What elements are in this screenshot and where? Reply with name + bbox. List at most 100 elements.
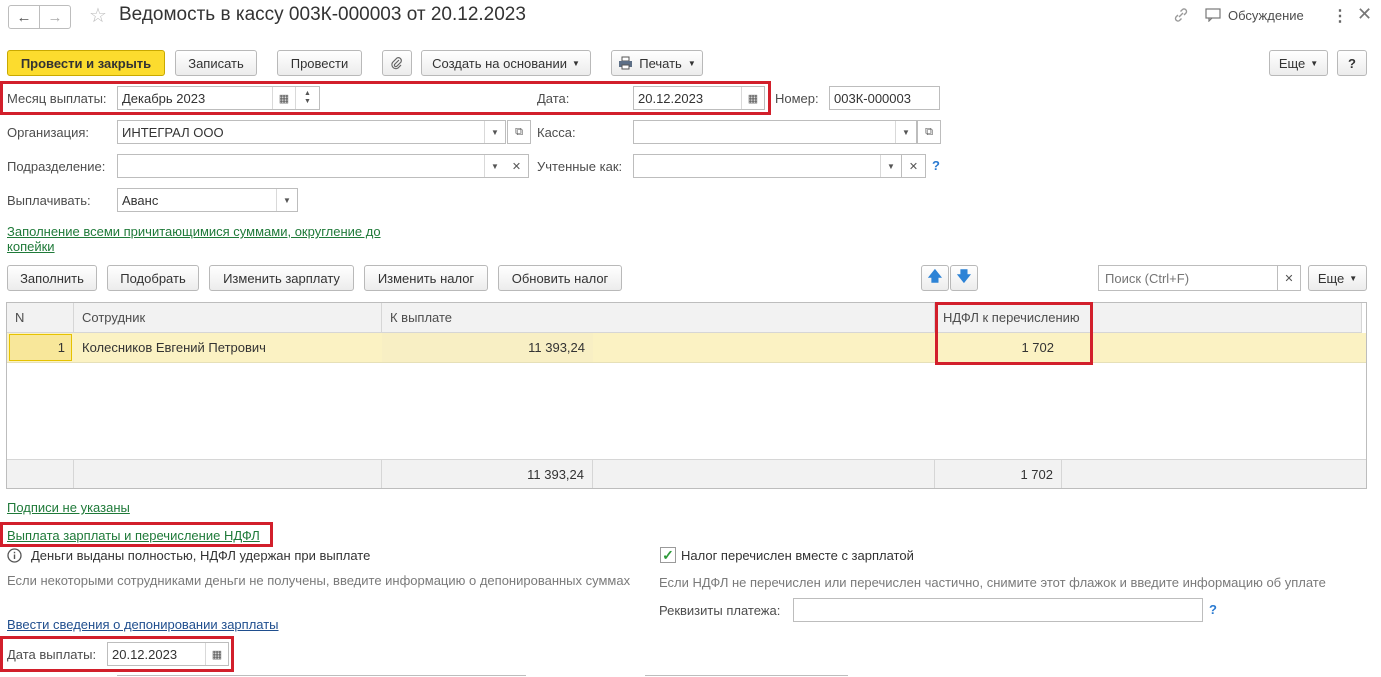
printer-icon <box>618 56 633 70</box>
accounted-as-label: Учтенные как: <box>537 159 623 174</box>
open-icon[interactable]: ⧉ <box>507 120 531 144</box>
forward-button[interactable]: → <box>39 5 71 29</box>
footer-tail <box>1062 459 1366 488</box>
discussion-icon[interactable] <box>1205 8 1221 23</box>
search-field[interactable] <box>1098 265 1278 291</box>
pay-type-label: Выплачивать: <box>7 193 91 208</box>
to-pay-cell[interactable]: 11 393,24 <box>382 333 593 362</box>
attach-button[interactable] <box>382 50 412 76</box>
create-based-on-button[interactable]: Создать на основании ▼ <box>421 50 591 76</box>
employees-table[interactable]: N Сотрудник К выплате НДФЛ к перечислени… <box>6 302 1367 489</box>
chevron-down-icon[interactable]: ▼ <box>880 155 901 177</box>
highlight-box <box>0 522 273 547</box>
money-hint-text: Если некоторыми сотрудниками деньги не п… <box>7 573 631 588</box>
close-icon[interactable]: ✕ <box>1357 4 1372 25</box>
chevron-down-icon[interactable]: ▼ <box>276 189 297 211</box>
table-more-label: Еще <box>1317 270 1345 286</box>
back-button[interactable]: ← <box>8 5 40 29</box>
divider <box>645 675 848 676</box>
column-header-n[interactable]: N <box>7 303 74 333</box>
chevron-down-icon[interactable]: ▼ <box>484 155 505 177</box>
column-header-employee[interactable]: Сотрудник <box>74 303 382 333</box>
highlight-box <box>0 81 771 115</box>
pay-type-field[interactable]: Аванс ▼ <box>117 188 298 212</box>
clear-search-icon[interactable]: ✕ <box>1277 265 1301 291</box>
save-button[interactable]: Записать <box>175 50 257 76</box>
print-label: Печать <box>639 55 682 71</box>
more-menu-icon[interactable]: ⋮ <box>1332 6 1348 26</box>
page-title: Ведомость в кассу 003К-000003 от 20.12.2… <box>119 4 526 25</box>
row-number: 1 <box>57 340 65 355</box>
row-number-cell[interactable]: 1 <box>9 334 72 361</box>
cash-label: Касса: <box>537 125 576 140</box>
organization-field[interactable]: ИНТЕГРАЛ ООО ▼ <box>117 120 506 144</box>
pick-button[interactable]: Подобрать <box>107 265 199 291</box>
footer-n <box>7 459 74 488</box>
print-button[interactable]: Печать ▼ <box>611 50 703 76</box>
create-based-on-label: Создать на основании <box>432 55 567 71</box>
arrow-down-icon: 🡇 <box>956 268 972 284</box>
tax-paid-checkbox[interactable]: ✓ <box>660 547 676 563</box>
search-input[interactable] <box>1103 269 1277 287</box>
table-row[interactable]: 1 Колесников Евгений Петрович 11 393,24 … <box>7 333 1366 363</box>
post-button[interactable]: Провести <box>277 50 362 76</box>
footer-empty <box>593 459 935 488</box>
move-up-button[interactable]: 🡅 <box>921 265 949 291</box>
column-header-to-pay[interactable]: К выплате <box>382 303 935 333</box>
money-status-text: Деньги выданы полностью, НДФЛ удержан пр… <box>31 548 371 563</box>
help-button[interactable]: ? <box>1337 50 1367 76</box>
change-salary-button[interactable]: Изменить зарплату <box>209 265 354 291</box>
total-to-pay: 11 393,24 <box>382 459 593 488</box>
highlight-box <box>0 636 234 672</box>
move-down-button[interactable]: 🡇 <box>950 265 978 291</box>
number-value: 003К-000003 <box>834 90 911 106</box>
footer-employee <box>74 459 382 488</box>
link-icon[interactable] <box>1172 6 1190 24</box>
division-label: Подразделение: <box>7 159 106 174</box>
to-pay-value: 11 393,24 <box>528 340 585 355</box>
more-label: Еще <box>1278 55 1306 71</box>
highlight-box <box>935 302 1093 365</box>
clear-icon[interactable]: ✕ <box>505 154 529 178</box>
fill-settings-link[interactable]: Заполнение всеми причитающимися суммами,… <box>7 224 381 239</box>
number-label: Номер: <box>775 91 819 106</box>
clear-icon[interactable]: ✕ <box>902 154 926 178</box>
tax-paid-label[interactable]: Налог перечислен вместе с зарплатой <box>681 548 914 563</box>
chevron-down-icon[interactable]: ▼ <box>484 121 505 143</box>
deposit-link[interactable]: Ввести сведения о депонировании зарплаты <box>7 617 279 632</box>
fill-button[interactable]: Заполнить <box>7 265 97 291</box>
fill-settings-link-continued[interactable]: копейки <box>7 239 55 254</box>
payment-details-label: Реквизиты платежа: <box>659 603 781 618</box>
chevron-down-icon: ▼ <box>687 58 696 68</box>
total-ndfl: 1 702 <box>935 459 1062 488</box>
payment-details-field[interactable] <box>793 598 1203 622</box>
accounted-as-field[interactable]: ▼ <box>633 154 902 178</box>
discussion-link[interactable]: Обсуждение <box>1228 8 1304 23</box>
arrow-up-icon: 🡅 <box>927 268 943 284</box>
more-button[interactable]: Еще ▼ <box>1269 50 1328 76</box>
chevron-down-icon: ▼ <box>1310 58 1319 68</box>
update-tax-button[interactable]: Обновить налог <box>498 265 622 291</box>
chevron-down-icon: ▼ <box>571 58 580 68</box>
star-icon[interactable]: ☆ <box>89 3 107 28</box>
pay-type-value: Аванс <box>122 192 159 208</box>
employee-name: Колесников Евгений Петрович <box>82 340 266 355</box>
post-and-close-button[interactable]: Провести и закрыть <box>7 50 165 76</box>
employee-cell[interactable]: Колесников Евгений Петрович <box>74 333 382 362</box>
info-icon <box>7 548 22 563</box>
signatures-link[interactable]: Подписи не указаны <box>7 500 130 515</box>
open-icon[interactable]: ⧉ <box>917 120 941 144</box>
division-field[interactable]: ▼ <box>117 154 506 178</box>
help-icon[interactable]: ? <box>932 158 940 173</box>
cash-field[interactable]: ▼ <box>633 120 917 144</box>
help-icon[interactable]: ? <box>1209 602 1217 617</box>
chevron-down-icon[interactable]: ▼ <box>895 121 916 143</box>
paperclip-icon <box>390 56 404 70</box>
chevron-down-icon: ▼ <box>1349 273 1358 283</box>
change-tax-button[interactable]: Изменить налог <box>364 265 488 291</box>
tax-hint-text: Если НДФЛ не перечислен или перечислен ч… <box>659 575 1326 590</box>
organization-value: ИНТЕГРАЛ ООО <box>122 124 224 140</box>
organization-label: Организация: <box>7 125 90 140</box>
table-more-button[interactable]: Еще ▼ <box>1308 265 1367 291</box>
number-field[interactable]: 003К-000003 <box>829 86 940 110</box>
